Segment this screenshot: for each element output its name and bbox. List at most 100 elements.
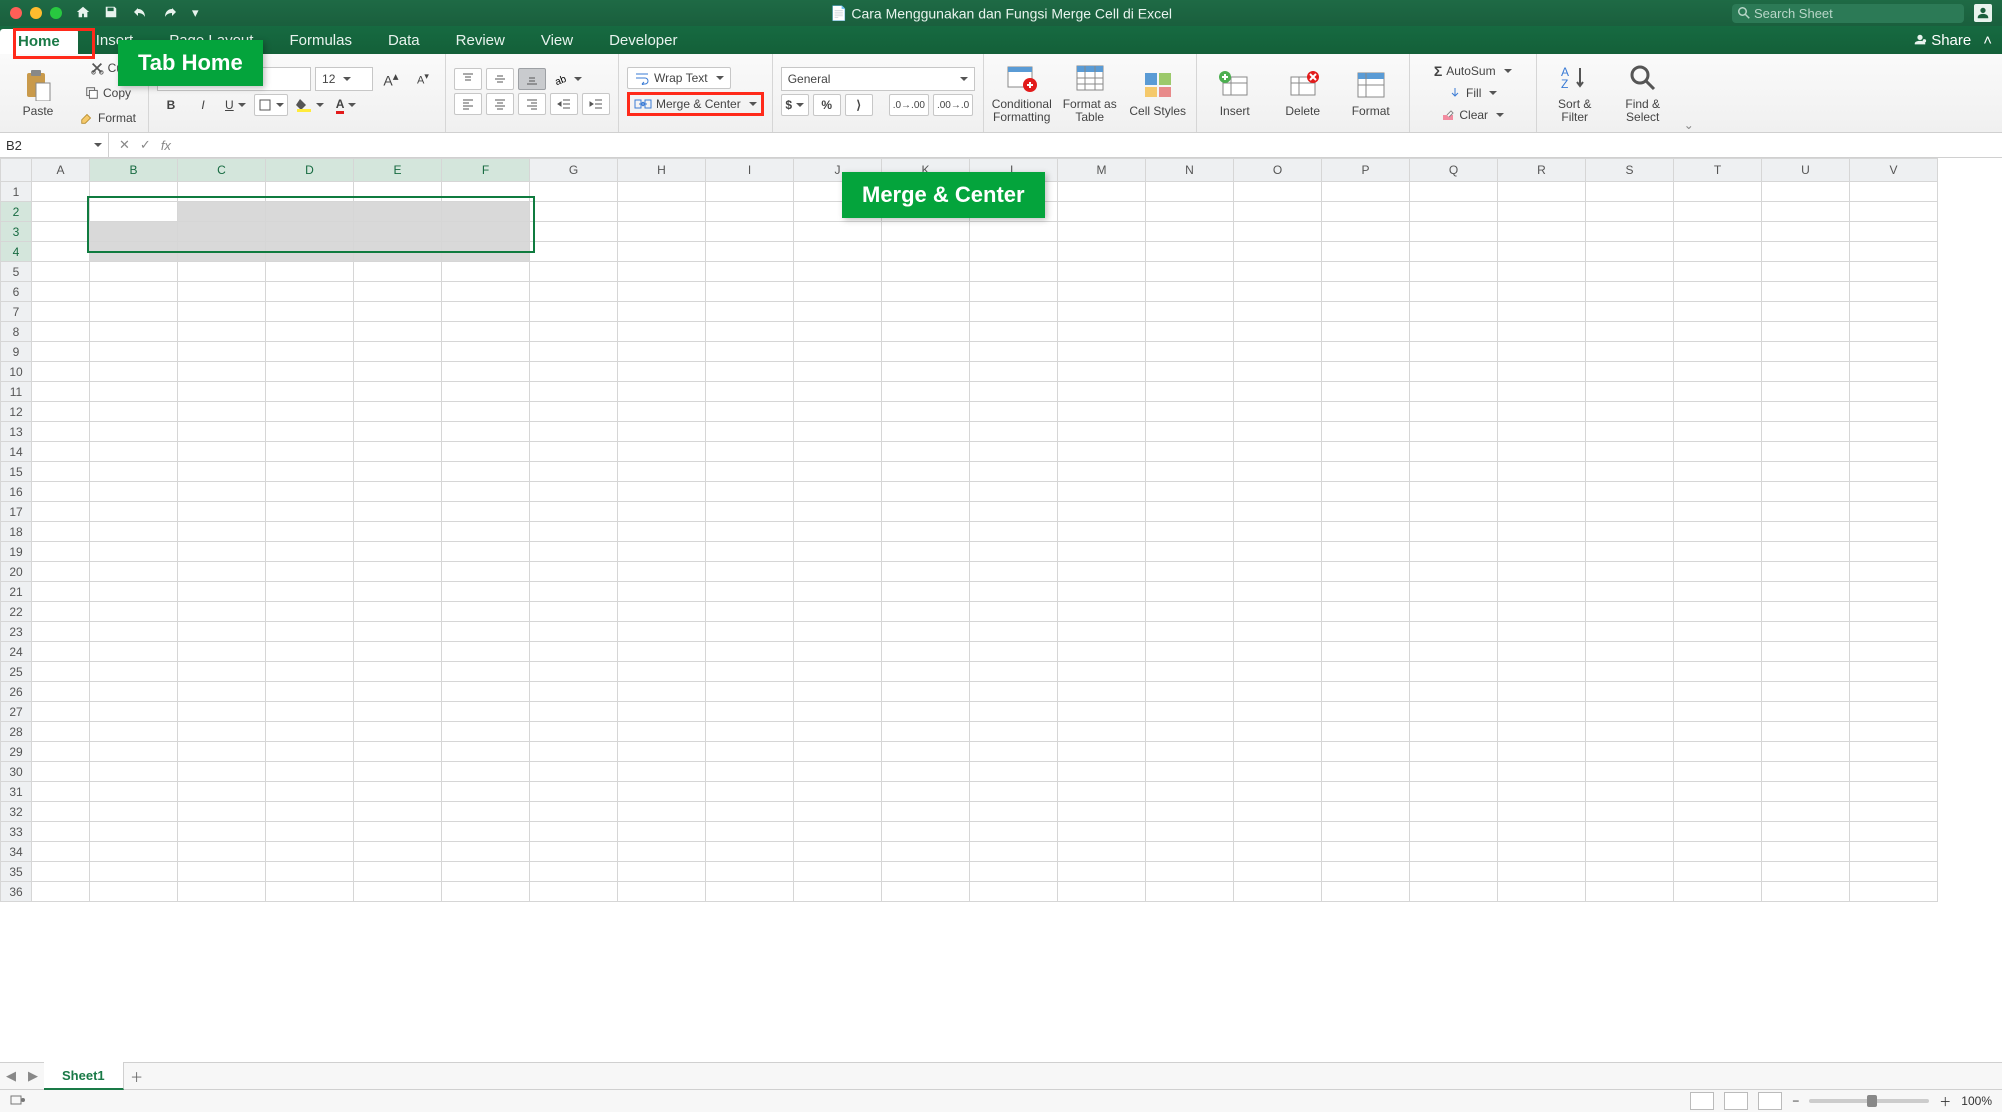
cell[interactable]	[970, 502, 1058, 522]
row-header[interactable]: 11	[1, 382, 32, 402]
cell[interactable]	[970, 802, 1058, 822]
cell[interactable]	[1498, 222, 1586, 242]
cell[interactable]	[1410, 182, 1498, 202]
row-header[interactable]: 10	[1, 362, 32, 382]
row-header[interactable]: 21	[1, 582, 32, 602]
cell[interactable]	[706, 502, 794, 522]
cell[interactable]	[1674, 782, 1762, 802]
cell[interactable]	[1146, 882, 1234, 902]
cell[interactable]	[1410, 882, 1498, 902]
cell[interactable]	[178, 622, 266, 642]
cell[interactable]	[970, 422, 1058, 442]
cell[interactable]	[970, 322, 1058, 342]
cell[interactable]	[970, 302, 1058, 322]
cell[interactable]	[1762, 262, 1850, 282]
minimize-icon[interactable]	[30, 7, 42, 19]
cell[interactable]	[706, 282, 794, 302]
cell[interactable]	[1850, 742, 1938, 762]
cell[interactable]	[1058, 822, 1146, 842]
cell[interactable]	[1234, 742, 1322, 762]
cell[interactable]	[1586, 382, 1674, 402]
cell[interactable]	[882, 642, 970, 662]
cell[interactable]	[1586, 862, 1674, 882]
cell[interactable]	[90, 262, 178, 282]
cell[interactable]	[1410, 242, 1498, 262]
cell[interactable]	[882, 582, 970, 602]
cell[interactable]	[354, 442, 442, 462]
cell[interactable]	[794, 262, 882, 282]
cell[interactable]	[1498, 302, 1586, 322]
cell[interactable]	[266, 242, 354, 262]
cell[interactable]	[1850, 882, 1938, 902]
cell[interactable]	[970, 722, 1058, 742]
sheet-next-icon[interactable]: ▶	[22, 1065, 44, 1087]
cell[interactable]	[1586, 282, 1674, 302]
cell[interactable]	[1586, 242, 1674, 262]
cell[interactable]	[1674, 702, 1762, 722]
cell[interactable]	[882, 602, 970, 622]
cell[interactable]	[1058, 502, 1146, 522]
cell[interactable]	[530, 422, 618, 442]
cell[interactable]	[1586, 522, 1674, 542]
cell[interactable]	[530, 602, 618, 622]
cell[interactable]	[706, 522, 794, 542]
cell[interactable]	[882, 502, 970, 522]
cell[interactable]	[1322, 542, 1410, 562]
cell[interactable]	[1234, 282, 1322, 302]
cell[interactable]	[266, 202, 354, 222]
cell[interactable]	[90, 742, 178, 762]
cell[interactable]	[970, 762, 1058, 782]
cell[interactable]	[1234, 662, 1322, 682]
cell[interactable]	[178, 822, 266, 842]
cell[interactable]	[882, 662, 970, 682]
cell[interactable]	[442, 862, 530, 882]
cell[interactable]	[1850, 442, 1938, 462]
cell[interactable]	[1234, 702, 1322, 722]
cell[interactable]	[1146, 342, 1234, 362]
cell[interactable]	[90, 862, 178, 882]
cell[interactable]	[794, 422, 882, 442]
cell[interactable]	[1146, 842, 1234, 862]
cell[interactable]	[706, 302, 794, 322]
cell[interactable]	[1498, 502, 1586, 522]
cell[interactable]	[442, 602, 530, 622]
col-header[interactable]: M	[1058, 159, 1146, 182]
cell[interactable]	[1410, 302, 1498, 322]
cell[interactable]	[1674, 602, 1762, 622]
cell[interactable]	[1234, 402, 1322, 422]
cell[interactable]	[1058, 722, 1146, 742]
cell[interactable]	[970, 702, 1058, 722]
cell[interactable]	[1850, 562, 1938, 582]
cell[interactable]	[1674, 762, 1762, 782]
cell[interactable]	[266, 802, 354, 822]
cell[interactable]	[618, 202, 706, 222]
cell[interactable]	[618, 842, 706, 862]
cell[interactable]	[1146, 602, 1234, 622]
cell[interactable]	[1322, 882, 1410, 902]
cell[interactable]	[32, 382, 90, 402]
cell[interactable]	[1586, 662, 1674, 682]
cell[interactable]	[618, 282, 706, 302]
cell[interactable]	[266, 702, 354, 722]
cell[interactable]	[354, 582, 442, 602]
cell[interactable]	[1146, 442, 1234, 462]
cell[interactable]	[1234, 322, 1322, 342]
cell[interactable]	[90, 222, 178, 242]
cell[interactable]	[1762, 882, 1850, 902]
cell[interactable]	[882, 742, 970, 762]
cell[interactable]	[882, 342, 970, 362]
cell[interactable]	[794, 342, 882, 362]
cell[interactable]	[266, 282, 354, 302]
cell[interactable]	[706, 242, 794, 262]
cell[interactable]	[1410, 262, 1498, 282]
cell[interactable]	[1586, 402, 1674, 422]
cell[interactable]	[1234, 482, 1322, 502]
cell[interactable]	[266, 622, 354, 642]
cell[interactable]	[530, 702, 618, 722]
cell[interactable]	[882, 782, 970, 802]
cell[interactable]	[882, 462, 970, 482]
cell[interactable]	[1762, 342, 1850, 362]
cell[interactable]	[178, 882, 266, 902]
row-header[interactable]: 30	[1, 762, 32, 782]
cell[interactable]	[794, 442, 882, 462]
